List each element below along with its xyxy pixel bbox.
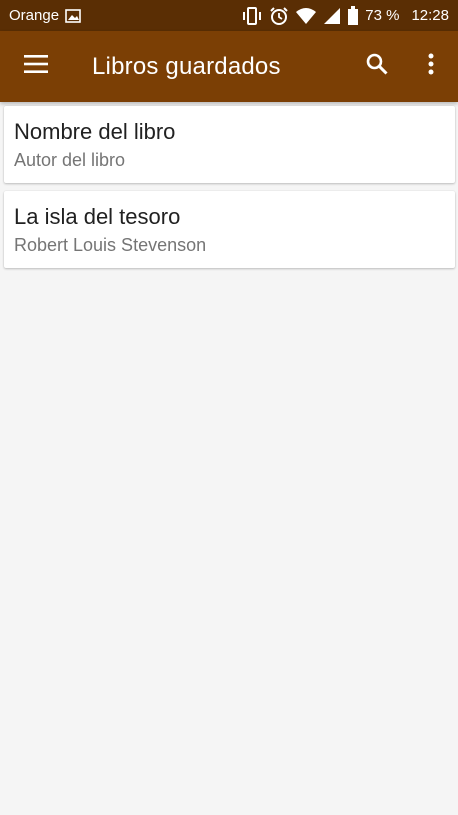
status-bar: Orange 73 % 12:28 xyxy=(0,0,458,31)
battery-level: 73 % xyxy=(365,7,400,24)
app-actions xyxy=(350,31,458,102)
book-title: La isla del tesoro xyxy=(14,204,181,229)
menu-button[interactable] xyxy=(0,31,72,102)
more-vert-icon xyxy=(428,53,434,80)
clock: 12:28 xyxy=(411,7,449,24)
app-bar: Libros guardados xyxy=(0,31,458,102)
search-icon xyxy=(365,52,389,81)
search-button[interactable] xyxy=(350,31,404,102)
book-title: Nombre del libro xyxy=(14,119,176,144)
book-card[interactable]: Nombre del libro Autor del libro xyxy=(4,106,455,183)
wifi-icon xyxy=(295,7,317,25)
book-author: Robert Louis Stevenson xyxy=(14,235,207,255)
book-list: Nombre del libro Autor del libro La isla… xyxy=(4,106,455,268)
status-left: Orange xyxy=(9,7,81,24)
battery-icon xyxy=(347,5,359,26)
image-icon xyxy=(65,8,81,23)
menu-icon xyxy=(24,55,48,78)
carrier-name: Orange xyxy=(9,7,60,24)
status-right: 73 % 12:28 xyxy=(241,5,449,26)
alarm-icon xyxy=(269,6,289,26)
vibrate-icon xyxy=(241,6,263,25)
more-options-button[interactable] xyxy=(404,31,458,102)
signal-icon xyxy=(323,7,341,25)
book-card[interactable]: La isla del tesoro Robert Louis Stevenso… xyxy=(4,191,455,268)
page-title: Libros guardados xyxy=(92,52,281,80)
book-author: Autor del libro xyxy=(14,150,126,170)
